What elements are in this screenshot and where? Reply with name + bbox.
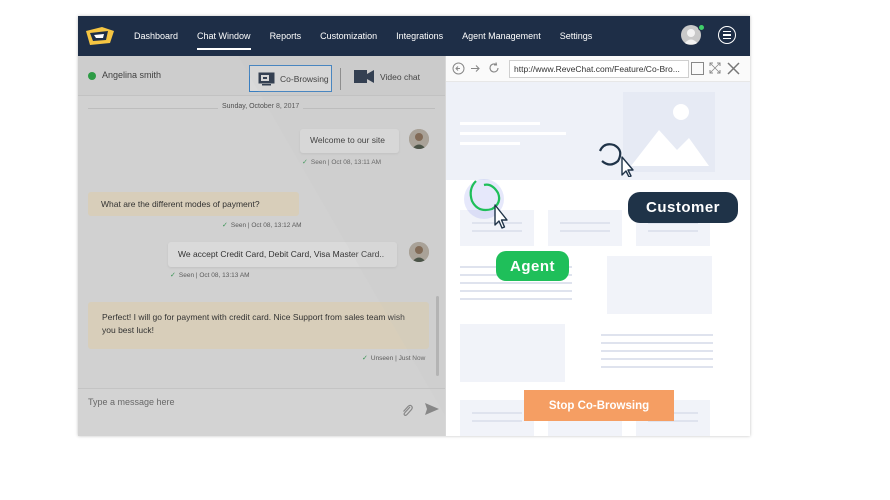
placeholder-line [460, 282, 572, 284]
chat-panel: Angelina smith Co-Browsing Video chat Su… [78, 56, 445, 436]
content-block [460, 400, 534, 436]
message-input[interactable] [88, 395, 388, 409]
co-browsing-icon [258, 72, 275, 85]
nav-settings[interactable]: Settings [560, 16, 593, 56]
image-placeholder-icon [623, 92, 715, 172]
hamburger-menu-icon[interactable] [718, 26, 736, 44]
message-meta: ✓ Seen | Oct 08, 13:13 AM [170, 271, 250, 280]
agent-photo-icon [409, 129, 429, 149]
agent-message: Welcome to our site [300, 129, 399, 153]
send-icon[interactable] [425, 403, 439, 415]
revechat-logo-icon[interactable] [84, 25, 116, 47]
placeholder-line [648, 230, 698, 232]
nav-reports[interactable]: Reports [270, 16, 302, 56]
browser-toolbar: http://www.ReveChat.com/Feature/Co-Bro..… [446, 56, 750, 82]
placeholder-line [472, 412, 522, 414]
visitor-message: Perfect! I will go for payment with cred… [88, 302, 429, 349]
forward-icon[interactable] [470, 63, 481, 74]
message-meta: ✓ Seen | Oct 08, 13:12 AM [222, 221, 302, 230]
message-meta-text: Seen | Oct 08, 13:12 AM [230, 221, 302, 229]
message-composer [78, 388, 445, 436]
visitor-message: What are the different modes of payment? [88, 192, 299, 216]
placeholder-line [460, 122, 540, 125]
customer-label: Customer [628, 192, 738, 223]
chat-date: Sunday, October 8, 2017 [218, 103, 304, 110]
agent-message: We accept Credit Card, Debit Card, Visa … [168, 242, 397, 267]
check-icon: ✓ [302, 159, 308, 166]
content-block [548, 210, 622, 246]
visitor-name: Angelina smith [102, 70, 162, 80]
nav-agent-management[interactable]: Agent Management [462, 16, 541, 56]
co-browsing-button[interactable]: Co-Browsing [249, 65, 332, 92]
nav-chat-window[interactable]: Chat Window [197, 16, 251, 56]
placeholder-line [601, 358, 713, 360]
content-block [460, 324, 565, 382]
check-icon: ✓ [170, 272, 176, 279]
placeholder-line [472, 420, 522, 422]
placeholder-line [560, 230, 610, 232]
nav-menu: Dashboard Chat Window Reports Customizat… [134, 16, 611, 56]
customer-cursor-icon [598, 143, 634, 177]
message-meta-text: Seen | Oct 08, 13:11 AM [310, 158, 382, 166]
top-nav: Dashboard Chat Window Reports Customizat… [78, 16, 750, 56]
online-status-dot [698, 24, 705, 31]
video-chat-label: Video chat [380, 71, 421, 82]
message-meta: ✓ Seen | Oct 08, 13:11 AM [302, 158, 382, 167]
placeholder-line [601, 350, 713, 352]
check-icon: ✓ [362, 355, 368, 362]
placeholder-line [560, 222, 610, 224]
placeholder-line [601, 334, 713, 336]
placeholder-line [460, 298, 572, 300]
agent-avatar [409, 242, 429, 262]
placeholder-line [601, 366, 713, 368]
attachment-clip-icon[interactable] [401, 403, 413, 417]
fullscreen-icon[interactable] [709, 62, 721, 74]
video-chat-button[interactable]: Video chat [354, 70, 420, 83]
check-icon: ✓ [222, 222, 228, 229]
address-bar[interactable]: http://www.ReveChat.com/Feature/Co-Bro..… [509, 60, 689, 78]
window-restore-icon[interactable] [691, 62, 704, 75]
message-meta: ✓ Unseen | Just Now [362, 354, 426, 363]
message-meta-text: Unseen | Just Now [370, 354, 426, 362]
visitor-online-dot [88, 72, 96, 80]
nav-customization[interactable]: Customization [320, 16, 377, 56]
cobrowse-page: Customer Agent Stop Co-Browsing [446, 82, 750, 436]
placeholder-line [460, 290, 572, 292]
content-block [607, 256, 712, 314]
reload-icon[interactable] [488, 62, 500, 74]
stop-co-browsing-button[interactable]: Stop Co-Browsing [524, 390, 674, 421]
message-meta-text: Seen | Oct 08, 13:13 AM [178, 271, 250, 279]
agent-label: Agent [496, 251, 569, 281]
back-icon[interactable] [452, 62, 465, 75]
placeholder-line [460, 142, 520, 145]
header-separator [340, 68, 341, 90]
co-browsing-label: Co-Browsing [280, 73, 329, 84]
video-camera-icon [354, 70, 374, 83]
placeholder-line [601, 342, 713, 344]
agent-photo-icon [409, 242, 429, 262]
app-frame: Dashboard Chat Window Reports Customizat… [78, 16, 750, 436]
agent-avatar [409, 129, 429, 149]
agent-cursor-icon [464, 179, 508, 229]
chat-header: Angelina smith Co-Browsing Video chat [78, 56, 445, 96]
placeholder-line [460, 132, 566, 135]
chat-scrollbar[interactable] [436, 296, 439, 376]
close-icon[interactable] [727, 62, 740, 75]
nav-dashboard[interactable]: Dashboard [134, 16, 178, 56]
cobrowse-browser: http://www.ReveChat.com/Feature/Co-Bro..… [445, 56, 750, 436]
nav-integrations[interactable]: Integrations [396, 16, 443, 56]
